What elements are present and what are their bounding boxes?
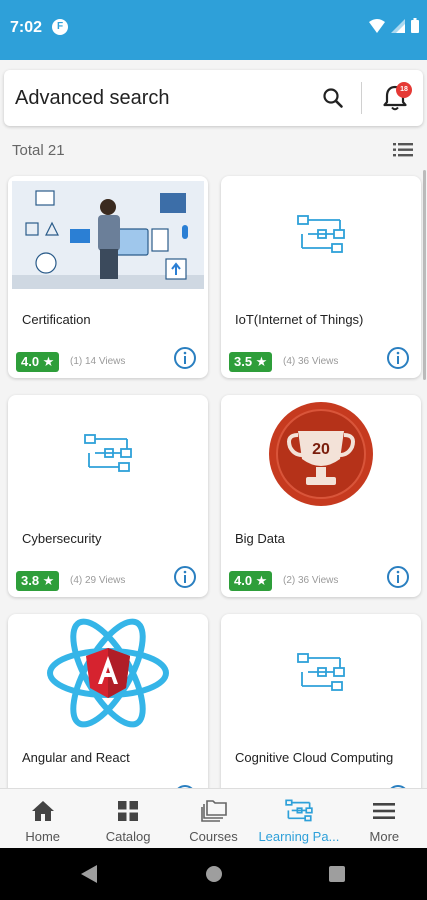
learning-path-card[interactable]: 20 Big Data 4.0 ★ (2) 36 Views — [221, 395, 421, 597]
menu-icon — [373, 803, 396, 819]
list-view-icon[interactable] — [393, 143, 413, 157]
home-button-icon[interactable] — [205, 865, 223, 883]
nav-label: More — [369, 829, 400, 844]
learning-path-grid: Certification 4.0 ★ (1) 14 Views IoT(Int… — [0, 168, 427, 788]
trophy-badge-icon: 20 — [269, 402, 373, 506]
nav-catalog[interactable]: Catalog — [85, 789, 170, 848]
learning-path-icon — [84, 434, 132, 472]
recents-icon[interactable] — [329, 866, 345, 882]
card-title: Cognitive Cloud Computing — [235, 750, 394, 765]
status-bar: 7:02 F — [0, 0, 427, 60]
card-thumbnail — [221, 614, 421, 732]
back-icon[interactable] — [81, 865, 97, 883]
learning-path-card[interactable]: IoT(Internet of Things) 3.5 ★ (4) 36 Vie… — [221, 176, 421, 378]
folders-icon — [200, 800, 227, 822]
status-icons — [369, 18, 419, 33]
status-time: 7:02 — [10, 19, 43, 36]
info-icon[interactable] — [173, 346, 197, 370]
signal-icon — [391, 18, 405, 33]
info-icon[interactable] — [386, 565, 410, 589]
view-count: (1) 14 Views — [70, 356, 126, 367]
learning-path-icon — [297, 215, 345, 253]
view-count: (4) 36 Views — [283, 356, 339, 367]
card-title: IoT(Internet of Things) — [235, 312, 364, 327]
nav-label: Courses — [189, 829, 238, 844]
view-count: (2) 36 Views — [283, 575, 339, 586]
bottom-navigation: Home Catalog Courses Learning Pa... More — [0, 788, 427, 848]
battery-icon — [411, 18, 419, 33]
app-notification-icon: F — [52, 19, 68, 35]
nav-courses[interactable]: Courses — [171, 789, 256, 848]
card-title: Angular and React — [22, 750, 130, 765]
search-icon[interactable] — [322, 87, 344, 109]
nav-home[interactable]: Home — [0, 789, 85, 848]
learning-path-card[interactable]: Certification 4.0 ★ (1) 14 Views — [8, 176, 208, 378]
rating-badge: 3.8 ★ — [16, 571, 60, 591]
nav-learning-paths[interactable]: Learning Pa... — [256, 789, 341, 848]
view-count: (4) 29 Views — [70, 575, 126, 586]
learning-path-card[interactable]: Cognitive Cloud Computing — [221, 614, 421, 788]
nav-label: Catalog — [105, 829, 151, 844]
card-thumbnail: 20 — [221, 395, 421, 513]
total-count: Total 21 — [12, 142, 65, 159]
angular-react-logo — [47, 618, 169, 728]
nav-label: Learning Pa... — [258, 829, 340, 844]
trophy-number: 20 — [312, 441, 330, 458]
card-thumbnail — [8, 176, 208, 294]
divider — [361, 82, 362, 114]
advanced-search-label[interactable]: Advanced search — [15, 87, 170, 110]
card-thumbnail — [8, 395, 208, 513]
system-navigation-bar — [0, 848, 427, 900]
rating-badge: 4.0 ★ — [16, 352, 60, 372]
nav-more[interactable]: More — [342, 789, 427, 848]
nav-label: Home — [25, 829, 61, 844]
card-title: Big Data — [235, 531, 285, 546]
card-title: Certification — [22, 312, 91, 327]
search-bar[interactable]: Advanced search 18 — [4, 70, 423, 126]
card-thumbnail — [8, 614, 208, 732]
notification-count-badge: 18 — [396, 82, 412, 98]
card-title: Cybersecurity — [22, 531, 102, 546]
home-icon — [31, 801, 54, 821]
scrollbar[interactable] — [423, 170, 426, 380]
learning-path-icon — [297, 653, 345, 691]
rating-badge: 3.5 ★ — [229, 352, 273, 372]
grid-icon — [118, 801, 139, 821]
card-thumbnail — [221, 176, 421, 294]
learning-path-card[interactable]: Cybersecurity 3.8 ★ (4) 29 Views — [8, 395, 208, 597]
rating-badge: 4.0 ★ — [229, 571, 273, 591]
wifi-icon — [369, 18, 385, 33]
learning-path-card[interactable]: Angular and React — [8, 614, 208, 788]
info-icon[interactable] — [173, 565, 197, 589]
learning-path-icon — [285, 799, 313, 822]
certification-illustration — [12, 181, 204, 289]
info-icon[interactable] — [386, 346, 410, 370]
